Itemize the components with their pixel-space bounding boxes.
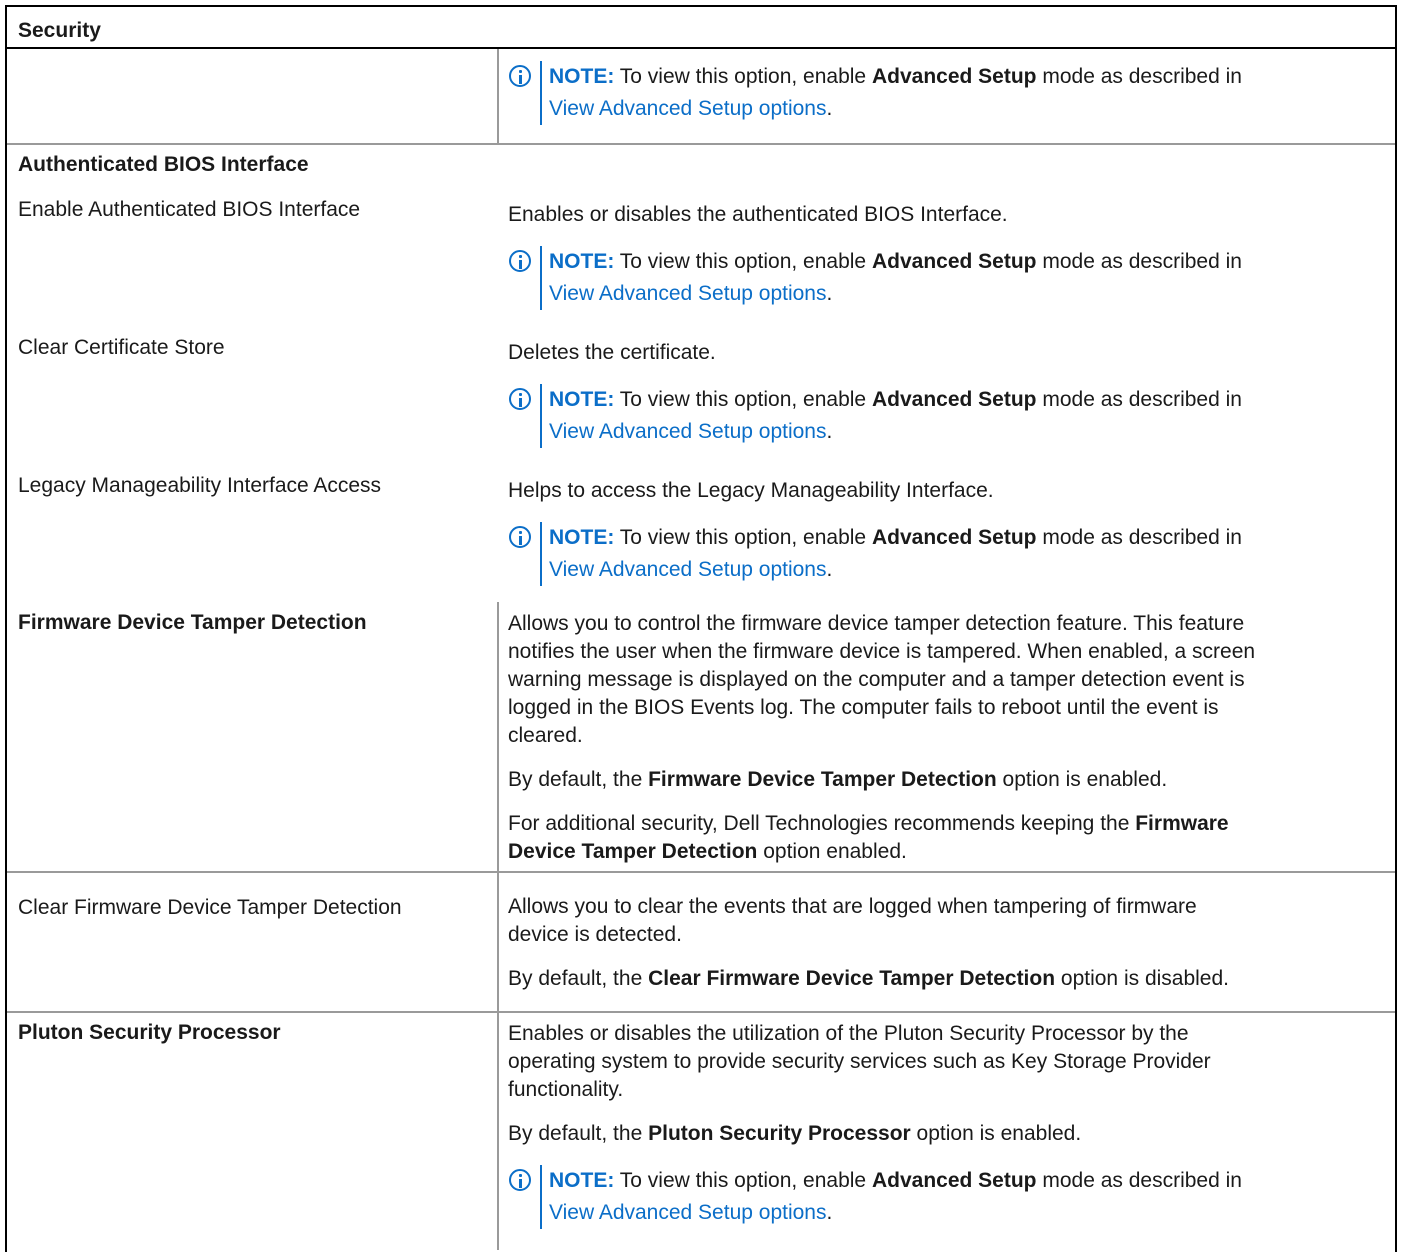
option-label-pluton-security-processor: Pluton Security Processor	[18, 1021, 281, 1044]
view-advanced-setup-link[interactable]: View Advanced Setup options	[549, 1201, 826, 1224]
note-bar	[540, 384, 542, 448]
note-text: NOTE: To view this option, enable Advanc…	[549, 526, 1242, 581]
option-label-clear-firmware-tamper-detection: Clear Firmware Device Tamper Detection	[18, 896, 402, 919]
option-recommendation-text: For additional security, Dell Technologi…	[508, 812, 1229, 863]
view-advanced-setup-link[interactable]: View Advanced Setup options	[549, 558, 826, 581]
option-description: Deletes the certificate.	[508, 341, 716, 364]
table-header: Security	[7, 7, 1395, 49]
table-header-title: Security	[18, 19, 101, 42]
info-icon	[509, 250, 531, 272]
column-divider	[497, 602, 499, 1250]
note-text: NOTE: To view this option, enable Advanc…	[549, 388, 1242, 443]
option-description: Helps to access the Legacy Manageability…	[508, 479, 994, 502]
note-text: NOTE: To view this option, enable Advanc…	[549, 250, 1242, 305]
option-default-text: By default, the Firmware Device Tamper D…	[508, 768, 1168, 791]
option-default-text: By default, the Clear Firmware Device Ta…	[508, 967, 1230, 990]
option-description: Allows you to clear the events that are …	[508, 895, 1197, 946]
option-label-firmware-tamper-detection: Firmware Device Tamper Detection	[18, 611, 367, 634]
row-separator	[7, 871, 1395, 873]
note-block: NOTE: To view this option, enable Advanc…	[509, 1165, 1379, 1229]
note-bar	[540, 61, 542, 125]
security-options-table: Security NOTE: To view this option, enab…	[0, 0, 1402, 1252]
note-bar	[540, 522, 542, 586]
view-advanced-setup-link[interactable]: View Advanced Setup options	[549, 97, 826, 120]
column-divider	[497, 49, 499, 143]
note-bar	[540, 246, 542, 310]
option-label-clear-certificate-store: Clear Certificate Store	[18, 336, 225, 359]
info-icon	[509, 65, 531, 87]
option-label-legacy-manageability: Legacy Manageability Interface Access	[18, 474, 382, 497]
row-separator	[7, 143, 1395, 145]
option-label-enable-authenticated-bios: Enable Authenticated BIOS Interface	[18, 198, 361, 221]
option-description: Enables or disables the utilization of t…	[508, 1022, 1211, 1101]
option-description: Enables or disables the authenticated BI…	[508, 203, 1008, 226]
option-default-text: By default, the Pluton Security Processo…	[508, 1122, 1082, 1145]
info-icon	[509, 388, 531, 410]
view-advanced-setup-link[interactable]: View Advanced Setup options	[549, 282, 826, 305]
view-advanced-setup-link[interactable]: View Advanced Setup options	[549, 420, 826, 443]
info-icon	[509, 526, 531, 548]
note-block: NOTE: To view this option, enable Advanc…	[509, 384, 1379, 448]
info-icon	[509, 1169, 531, 1191]
note-block: NOTE: To view this option, enable Advanc…	[509, 61, 1379, 125]
note-block: NOTE: To view this option, enable Advanc…	[509, 246, 1379, 310]
row-separator	[7, 1011, 1395, 1013]
note-bar	[540, 1165, 542, 1229]
section-title-authenticated-bios: Authenticated BIOS Interface	[18, 153, 309, 176]
note-block: NOTE: To view this option, enable Advanc…	[509, 522, 1379, 586]
note-text: NOTE: To view this option, enable Advanc…	[549, 65, 1242, 120]
note-text: NOTE: To view this option, enable Advanc…	[549, 1169, 1242, 1224]
option-description: Allows you to control the firmware devic…	[508, 612, 1256, 747]
